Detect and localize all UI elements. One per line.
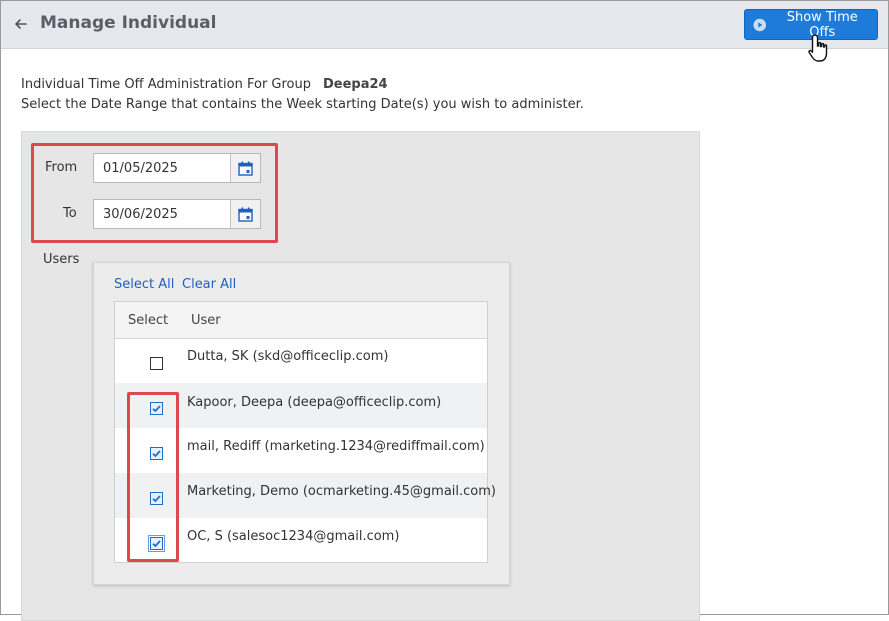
group-name: Deepa24 (323, 77, 388, 92)
row-user: Kapoor, Deepa (deepa@officeclip.com) (187, 395, 442, 410)
row-user: Marketing, Demo (ocmarketing.45@gmail.co… (187, 484, 496, 499)
table-row: Dutta, SK (skd@officeclip.com) (115, 338, 487, 383)
page-header: Manage Individual Show Time Offs (1, 1, 888, 49)
play-circle-icon (753, 18, 767, 31)
column-header-select: Select (128, 313, 169, 328)
select-all-link[interactable]: Select All (114, 277, 174, 292)
row-user: OC, S (salesoc1234@gmail.com) (187, 529, 400, 544)
intro-prefix: Individual Time Off Administration For G… (21, 77, 311, 92)
column-header-user: User (191, 313, 221, 328)
row-checkbox[interactable] (150, 357, 163, 370)
back-arrow-icon[interactable] (11, 14, 31, 34)
row-user: mail, Rediff (marketing.1234@rediffmail.… (187, 439, 485, 454)
intro-line-1: Individual Time Off Administration For G… (21, 77, 388, 92)
users-label: Users (43, 252, 80, 267)
intro-line-2: Select the Date Range that contains the … (21, 97, 584, 112)
date-range-highlight (31, 143, 278, 243)
row-user: Dutta, SK (skd@officeclip.com) (187, 349, 389, 364)
page-title: Manage Individual (40, 13, 217, 33)
checkbox-highlight (127, 392, 179, 562)
table-header: Select User (115, 302, 487, 339)
hand-pointer-cursor-icon (808, 34, 828, 62)
clear-all-link[interactable]: Clear All (182, 277, 236, 292)
